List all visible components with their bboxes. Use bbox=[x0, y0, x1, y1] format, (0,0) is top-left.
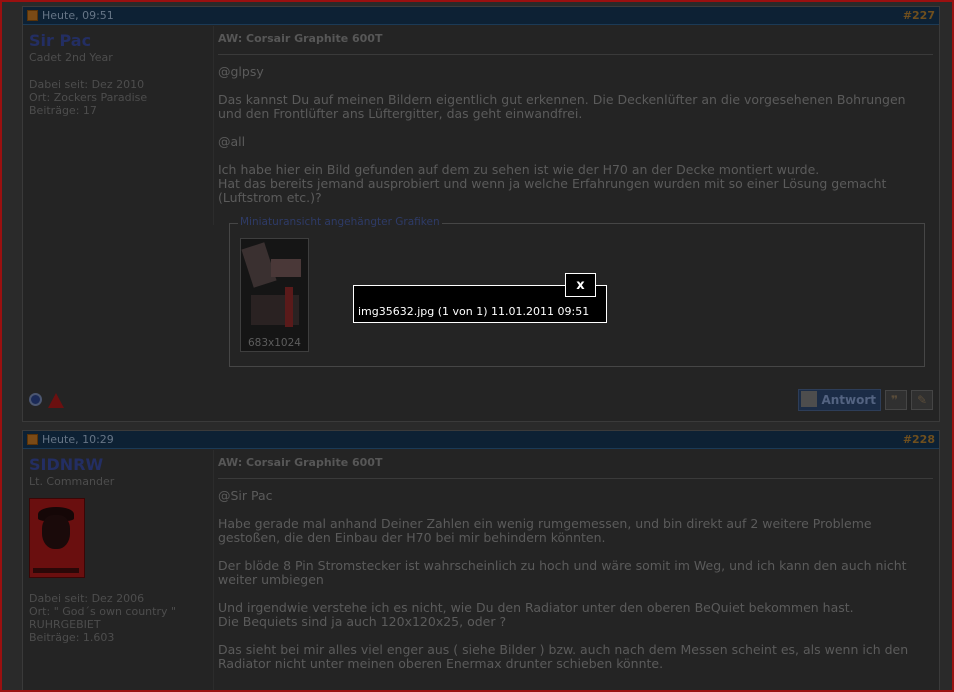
popup-caption: img35632.jpg (1 von 1) 11.01.2011 09:51 bbox=[358, 305, 590, 318]
user-joined: Dabei seit: Dez 2010 bbox=[29, 78, 145, 91]
reply-label: Antwort bbox=[821, 393, 876, 407]
user-title: Cadet 2nd Year bbox=[29, 51, 113, 64]
attachment-thumbnail[interactable]: 683x1024 bbox=[240, 238, 309, 352]
user-stats: Dabei seit: Dez 2006 Ort: " God´s own co… bbox=[29, 592, 207, 644]
message-paragraph: Das sieht bei mir alles viel enger aus (… bbox=[218, 642, 909, 671]
post-footer: Antwort ❞ ✎ bbox=[23, 385, 939, 421]
post-date: Heute, 09:51 bbox=[42, 9, 114, 22]
user-location: Ort: Zockers Paradise bbox=[29, 91, 148, 104]
pencil-icon bbox=[801, 391, 818, 407]
post-content: AW: Corsair Graphite 600T @Sir Pac Habe … bbox=[213, 450, 939, 690]
user-joined: Dabei seit: Dez 2006 bbox=[29, 592, 145, 605]
message-paragraph: Und irgendwie verstehe ich es nicht, wie… bbox=[218, 600, 854, 629]
message-paragraph: @glpsy bbox=[218, 64, 264, 79]
report-post-icon[interactable] bbox=[48, 393, 64, 408]
post-header: Heute, 09:51 #227 bbox=[23, 7, 939, 25]
post-number-link[interactable]: #227 bbox=[903, 9, 935, 22]
title-divider bbox=[218, 54, 933, 55]
forum-page: Heute, 09:51 #227 Sir Pac Cadet 2nd Year… bbox=[2, 2, 952, 690]
post-number-link[interactable]: #228 bbox=[903, 433, 935, 446]
quote-button[interactable]: ❞ bbox=[885, 390, 907, 410]
attachments-legend: Miniaturansicht angehängter Grafiken bbox=[238, 216, 442, 228]
post-content: AW: Corsair Graphite 600T @glpsy Das kan… bbox=[213, 26, 939, 225]
user-info: SIDNRW Lt. Commander Dabei seit: Dez 200… bbox=[23, 450, 213, 650]
thumbnail-dimensions: 683x1024 bbox=[248, 337, 301, 349]
post-header: Heute, 10:29 #228 bbox=[23, 431, 939, 449]
online-status-icon[interactable] bbox=[29, 393, 42, 406]
post-227: Heute, 09:51 #227 Sir Pac Cadet 2nd Year… bbox=[22, 6, 940, 422]
post-title: AW: Corsair Graphite 600T bbox=[218, 456, 383, 469]
reply-button[interactable]: Antwort bbox=[798, 389, 881, 411]
post-title: AW: Corsair Graphite 600T bbox=[218, 32, 383, 45]
post-message: @glpsy Das kannst Du auf meinen Bildern … bbox=[218, 65, 933, 205]
user-title: Lt. Commander bbox=[29, 475, 115, 488]
post-status-icon bbox=[27, 10, 38, 21]
user-post-count: Beiträge: 1.603 bbox=[29, 631, 115, 644]
post-228: Heute, 10:29 #228 SIDNRW Lt. Commander D… bbox=[22, 430, 940, 690]
message-paragraph: Ich habe hier ein Bild gefunden auf dem … bbox=[218, 162, 887, 205]
multi-quote-button[interactable]: ✎ bbox=[911, 390, 933, 410]
user-stats: Dabei seit: Dez 2010 Ort: Zockers Paradi… bbox=[29, 78, 207, 117]
multiquote-icon: ✎ bbox=[917, 393, 928, 407]
message-paragraph: Der blöde 8 Pin Stromstecker ist wahrsch… bbox=[218, 558, 907, 587]
user-location: Ort: " God´s own country " bbox=[29, 605, 177, 618]
close-popup-button[interactable]: x bbox=[565, 273, 596, 297]
user-info: Sir Pac Cadet 2nd Year Dabei seit: Dez 2… bbox=[23, 26, 213, 123]
post-date: Heute, 10:29 bbox=[42, 433, 114, 446]
post-status-icon bbox=[27, 434, 38, 445]
quote-icon: ❞ bbox=[891, 393, 899, 407]
user-location-line2: RUHRGEBIET bbox=[29, 618, 101, 631]
post-message: @Sir Pac Habe gerade mal anhand Deiner Z… bbox=[218, 489, 933, 671]
message-paragraph: @Sir Pac bbox=[218, 488, 273, 503]
message-paragraph: Das kannst Du auf meinen Bildern eigentl… bbox=[218, 92, 906, 121]
message-paragraph: @all bbox=[218, 134, 246, 149]
title-divider bbox=[218, 478, 933, 479]
message-paragraph: Habe gerade mal anhand Deiner Zahlen ein… bbox=[218, 516, 872, 545]
user-post-count: Beiträge: 17 bbox=[29, 104, 97, 117]
username-link[interactable]: Sir Pac bbox=[29, 32, 207, 50]
username-link[interactable]: SIDNRW bbox=[29, 456, 207, 474]
avatar[interactable] bbox=[29, 498, 85, 578]
